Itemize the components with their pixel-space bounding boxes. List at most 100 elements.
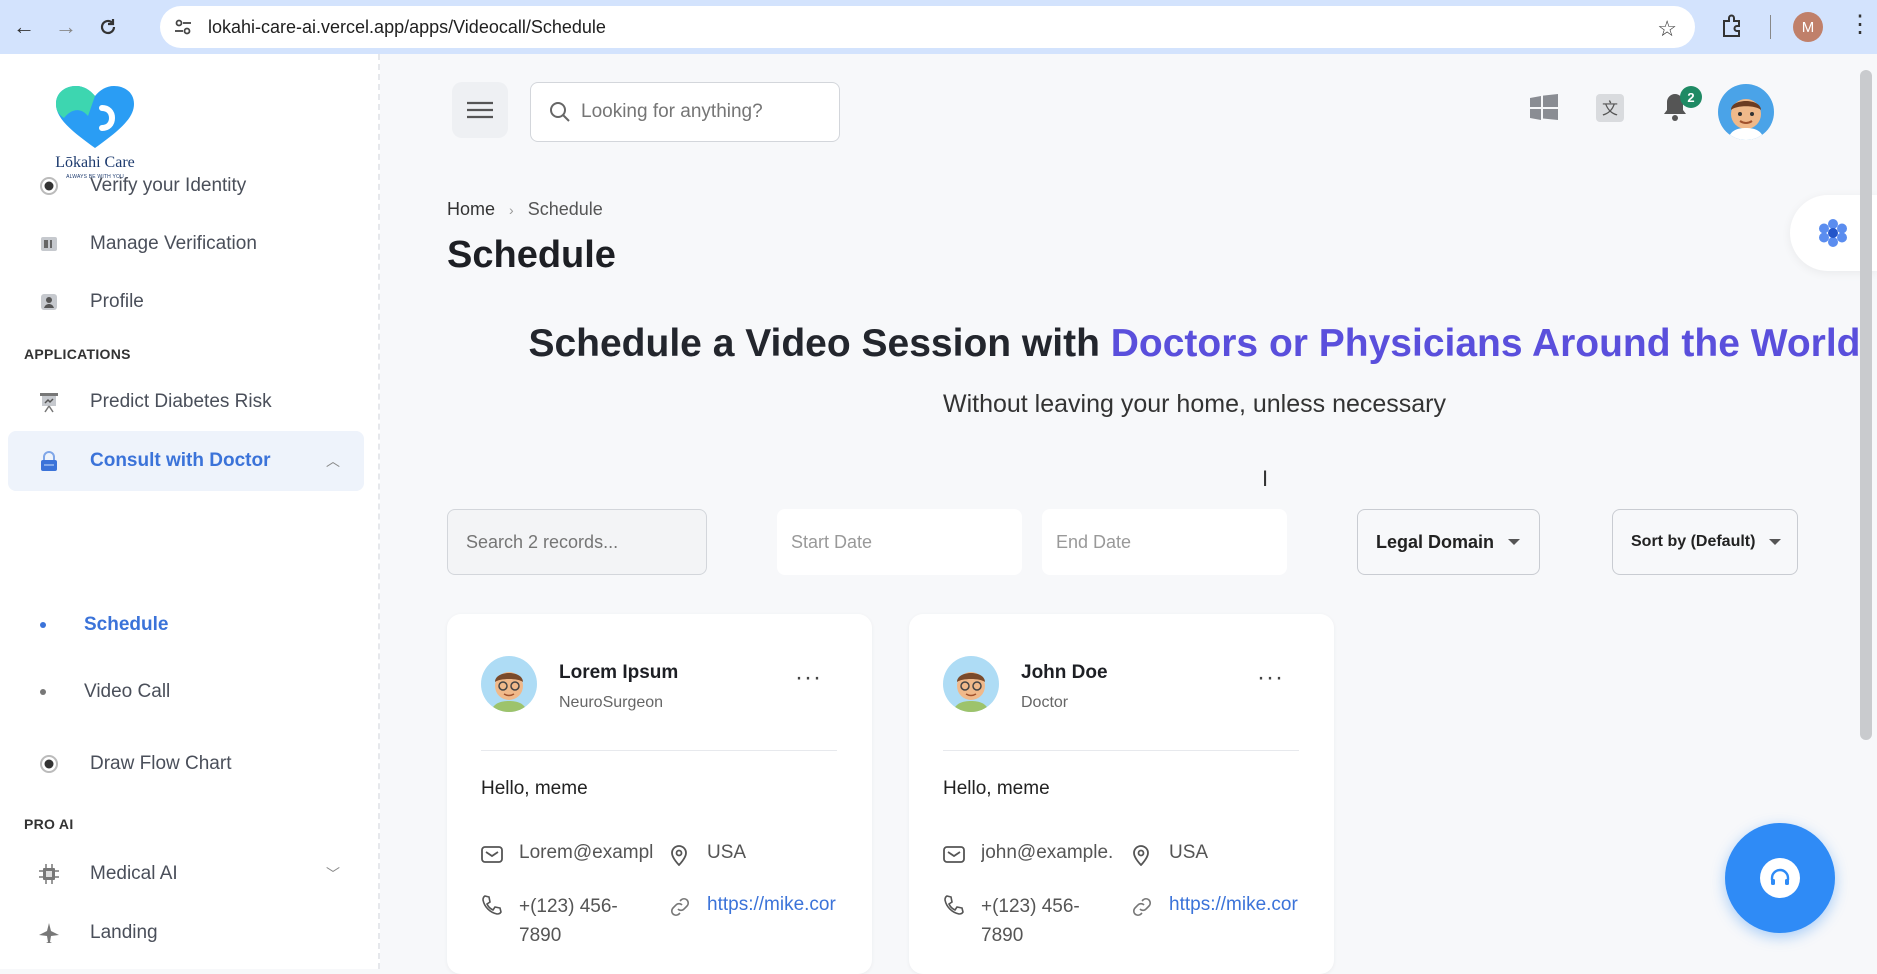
- sidebar-item-consult-doctor[interactable]: Consult with Doctor ︿: [8, 431, 364, 491]
- sidebar-subitem-video-call[interactable]: Video Call: [40, 672, 170, 712]
- notification-badge: 2: [1680, 86, 1702, 108]
- headset-icon: [1760, 858, 1800, 898]
- sidebar-item-label: Profile: [90, 291, 144, 312]
- doctor-avatar: [481, 656, 537, 712]
- doctor-website-link[interactable]: https://mike.cor: [669, 894, 849, 918]
- sidebar-item-label: Draw Flow Chart: [90, 753, 232, 774]
- phone-icon: [943, 894, 965, 916]
- sidebar-item-predict-diabetes[interactable]: Predict Diabetes Risk: [8, 372, 364, 432]
- domain-dropdown[interactable]: Legal Domain: [1357, 509, 1540, 575]
- domain-dropdown-label: Legal Domain: [1376, 531, 1495, 552]
- forward-icon[interactable]: →: [48, 9, 84, 45]
- browser-profile-avatar[interactable]: M: [1793, 12, 1823, 42]
- global-search[interactable]: [530, 82, 840, 142]
- user-card-icon: [34, 287, 64, 317]
- section-header-applications: APPLICATIONS: [24, 346, 131, 362]
- location-pin-icon: [1131, 844, 1153, 866]
- browser-toolbar: ← → lokahi-care-ai.vercel.app/apps/Video…: [0, 0, 1877, 54]
- sidebar-item-medical-ai[interactable]: Medical AI ﹀: [8, 844, 364, 904]
- records-search-input[interactable]: [466, 531, 686, 553]
- doctor-location: USA: [1131, 842, 1208, 866]
- end-date-field[interactable]: End Date: [1042, 509, 1287, 575]
- hamburger-icon: [467, 101, 493, 119]
- url-text[interactable]: lokahi-care-ai.vercel.app/apps/Videocall…: [208, 17, 606, 38]
- phone-line-2: 7890: [981, 925, 1024, 946]
- search-icon: [549, 101, 571, 123]
- sidebar-item-verify-identity[interactable]: Verify your Identity: [8, 156, 364, 216]
- svg-text:文: 文: [1602, 99, 1618, 118]
- bookmark-star-icon[interactable]: ☆: [1657, 16, 1677, 42]
- sidebar-item-landing[interactable]: Landing: [8, 903, 364, 963]
- doctor-role: Doctor: [1021, 694, 1069, 711]
- avatar-memoji-icon: [1728, 99, 1764, 140]
- sidebar-item-manage-verification[interactable]: Manage Verification: [8, 214, 364, 274]
- main-content: 文 2 Home › Schedule Schedule Schedule a …: [382, 54, 1877, 974]
- text-cursor-icon: I: [1262, 466, 1269, 491]
- sidebar: Lōkahi Care ALWAYS BE WITH YOU Verify yo…: [0, 54, 380, 969]
- sidebar-subitem-schedule[interactable]: Schedule: [40, 605, 168, 645]
- breadcrumb: Home › Schedule: [447, 199, 603, 220]
- site-settings-icon[interactable]: [172, 16, 194, 38]
- browser-menu-icon[interactable]: ⋮: [1848, 10, 1872, 40]
- hero-title-highlight: Doctors or Physicians Around the World: [1110, 322, 1861, 365]
- sort-dropdown[interactable]: Sort by (Default): [1612, 509, 1798, 575]
- chevron-up-icon[interactable]: ︿: [326, 451, 340, 471]
- windows-icon[interactable]: [1530, 94, 1558, 120]
- mail-icon: [481, 844, 503, 864]
- page-scrollbar[interactable]: [1860, 70, 1872, 740]
- doctor-card[interactable]: John Doe Doctor ··· Hello, meme john@exa…: [909, 614, 1334, 974]
- translate-icon[interactable]: 文: [1596, 94, 1624, 122]
- doctor-role: NeuroSurgeon: [559, 694, 664, 711]
- link-icon: [669, 896, 691, 918]
- page-title: Schedule: [447, 234, 616, 276]
- more-options-icon[interactable]: ···: [1257, 666, 1284, 690]
- hero-title-prefix: Schedule a Video Session with: [528, 322, 1111, 365]
- sidebar-item-label: Manage Verification: [90, 233, 257, 254]
- phone-icon: [481, 894, 503, 916]
- sidebar-subitem-label: Video Call: [84, 681, 171, 702]
- menu-toggle-button[interactable]: [452, 82, 508, 138]
- hero-heading: Schedule a Video Session with Doctors or…: [382, 322, 1877, 366]
- phone-line-2: 7890: [519, 925, 562, 946]
- hero-subtitle: Without leaving your home, unless necess…: [942, 390, 1447, 418]
- doctor-phone: +(123) 456- 7890: [943, 892, 1080, 950]
- sidebar-item-draw-flow-chart[interactable]: Draw Flow Chart: [8, 734, 364, 794]
- doctor-email: john@example.: [943, 842, 1123, 864]
- doctor-name: Lorem Ipsum: [559, 662, 679, 683]
- radio-icon: [34, 171, 64, 201]
- sidebar-item-label: Consult with Doctor: [90, 450, 271, 471]
- chip-icon: [34, 859, 64, 889]
- search-input[interactable]: [581, 101, 821, 123]
- caret-down-icon: [1769, 539, 1782, 545]
- phone-line-1: +(123) 456-: [519, 896, 618, 917]
- support-chat-button[interactable]: [1725, 823, 1835, 933]
- lock-icon: [34, 446, 64, 476]
- bullet-icon: [40, 689, 46, 695]
- plane-icon: [34, 918, 64, 948]
- sidebar-item-label: Landing: [90, 922, 158, 943]
- presentation-icon: [34, 387, 64, 417]
- phone-line-1: +(123) 456-: [981, 896, 1080, 917]
- breadcrumb-home-link[interactable]: Home: [447, 199, 495, 220]
- sidebar-subitem-label: Schedule: [84, 614, 169, 635]
- caret-down-icon: [1508, 539, 1521, 545]
- extensions-icon[interactable]: [1720, 13, 1744, 39]
- back-icon[interactable]: ←: [6, 9, 42, 45]
- start-date-field[interactable]: Start Date: [777, 509, 1022, 575]
- sort-dropdown-label: Sort by (Default): [1631, 533, 1756, 550]
- more-options-icon[interactable]: ···: [795, 666, 822, 690]
- heart-logo-icon: [56, 86, 134, 148]
- sidebar-item-profile[interactable]: Profile: [8, 272, 364, 332]
- doctor-message: Hello, meme: [943, 778, 1050, 799]
- bullet-icon: [40, 622, 46, 628]
- doctor-website-link[interactable]: https://mike.cor: [1131, 894, 1311, 918]
- breadcrumb-current: Schedule: [527, 199, 603, 219]
- address-bar[interactable]: lokahi-care-ai.vercel.app/apps/Videocall…: [160, 6, 1695, 48]
- reload-icon[interactable]: [90, 9, 126, 45]
- records-search[interactable]: [447, 509, 707, 575]
- chevron-right-icon: ›: [509, 201, 514, 218]
- chevron-down-icon[interactable]: ﹀: [326, 864, 340, 884]
- doctor-card[interactable]: Lorem Ipsum NeuroSurgeon ··· Hello, meme…: [447, 614, 872, 974]
- user-avatar[interactable]: [1718, 84, 1774, 140]
- section-header-pro-ai: PRO AI: [24, 816, 74, 832]
